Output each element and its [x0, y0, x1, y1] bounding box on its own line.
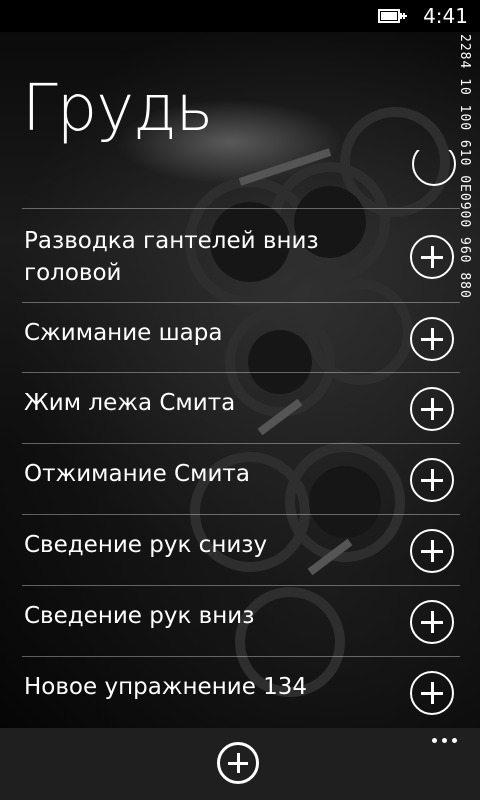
list-item[interactable]: Сжимание шара — [22, 302, 460, 373]
add-icon[interactable] — [410, 387, 454, 431]
add-icon[interactable] — [410, 671, 454, 715]
add-icon[interactable] — [410, 458, 454, 502]
add-icon[interactable] — [410, 235, 454, 279]
status-bar: 4:41 — [0, 0, 480, 32]
list-item[interactable]: Сведение рук снизу — [22, 514, 460, 586]
ellipsis-icon[interactable] — [430, 736, 460, 746]
add-icon[interactable] — [410, 317, 454, 361]
exercise-label: Новое упражнение 134 — [24, 674, 308, 700]
exercise-label: Разводка гантелей вниз головой — [24, 228, 319, 286]
clock: 4:41 — [423, 4, 468, 28]
list-item[interactable]: Жим лежа Смита — [22, 372, 460, 444]
exercise-label: Сведение рук снизу — [24, 532, 268, 558]
battery-charging-icon — [378, 9, 407, 23]
exercise-label: Отжимание Смита — [24, 461, 250, 487]
list-item[interactable]: Отжимание Смита — [22, 443, 460, 515]
list-item[interactable]: Новое упражнение 134 — [22, 656, 460, 728]
app-bar — [0, 728, 480, 800]
debug-overlay: 2284 10 100 610 0E0900 960 880 — [457, 34, 472, 299]
exercise-label: Жим лежа Смита — [24, 390, 236, 416]
list-item[interactable]: Разводка гантелей вниз головой — [22, 208, 460, 303]
add-icon[interactable] — [410, 529, 454, 573]
add-icon[interactable] — [410, 600, 454, 644]
exercise-label: Сведение рук вниз — [24, 603, 255, 629]
add-icon[interactable] — [217, 742, 259, 784]
add-icon[interactable] — [412, 150, 456, 190]
exercise-list[interactable]: Разводка гантелей вниз головой Сжимание … — [0, 150, 480, 728]
page-title: Грудь — [22, 72, 213, 146]
list-item[interactable]: Сведение рук вниз — [22, 585, 460, 657]
exercise-label: Сжимание шара — [24, 320, 223, 346]
